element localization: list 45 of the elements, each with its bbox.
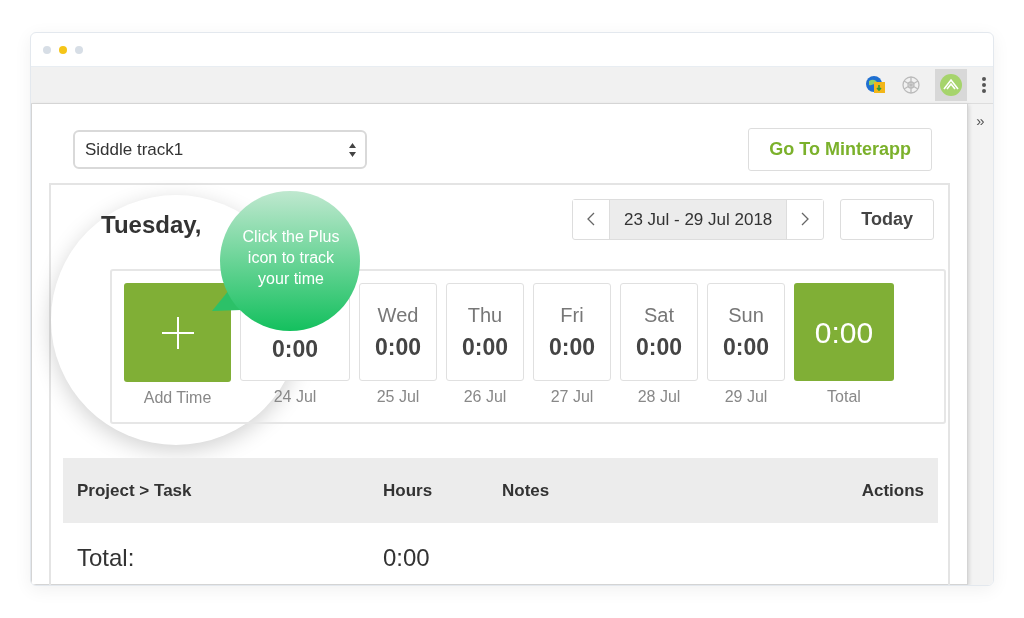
day-date: 26 Jul xyxy=(463,387,507,407)
column-header: Actions xyxy=(861,479,924,502)
tile-label: Add Time xyxy=(143,388,212,408)
column-header: Project > Task xyxy=(77,479,193,502)
day-tile[interactable]: Thu 0:00 xyxy=(446,283,524,381)
chevron-left-icon xyxy=(586,211,595,226)
day-date: 29 Jul xyxy=(724,387,768,407)
day-date: 24 Jul xyxy=(273,387,317,407)
day-hours: 0:00 xyxy=(271,334,318,364)
day-name: Sun xyxy=(728,302,764,328)
total-hours-tile: 0:00 xyxy=(794,283,894,381)
day-name: Sat xyxy=(644,302,674,328)
more-options-icon[interactable] xyxy=(981,76,987,94)
day-tile[interactable]: Sun 0:00 xyxy=(707,283,785,381)
day-hours: 0:00 xyxy=(635,332,682,362)
tile-label: Total xyxy=(827,387,861,407)
day-heading: Tuesday, xyxy=(101,210,202,240)
add-time-button[interactable] xyxy=(124,283,231,382)
snowflake-icon[interactable] xyxy=(901,75,921,95)
day-hours: 0:00 xyxy=(461,332,508,362)
table-cell-text: Total: xyxy=(77,543,136,573)
table-cell-text: 0:00 xyxy=(383,543,431,573)
day-date: 28 Jul xyxy=(637,387,681,407)
day-name: Wed xyxy=(377,302,419,328)
day-hours: 0:00 xyxy=(722,332,769,362)
chevron-right-icon xyxy=(801,211,810,226)
column-header: Notes xyxy=(502,479,551,502)
day-hours: 0:00 xyxy=(548,332,595,362)
day-name: Thu xyxy=(467,302,503,328)
plus-icon xyxy=(160,315,195,350)
globe-folder-icon[interactable] xyxy=(865,74,887,96)
day-date: 27 Jul xyxy=(550,387,594,407)
day-tile[interactable]: Sat 0:00 xyxy=(620,283,698,381)
day-hours: 0:00 xyxy=(374,332,421,362)
up-down-arrows-icon xyxy=(348,141,357,158)
app-extension-icon[interactable] xyxy=(935,69,967,101)
day-tile[interactable]: Fri 0:00 xyxy=(533,283,611,381)
day-date: 25 Jul xyxy=(376,387,420,407)
date-range: 23 Jul - 29 Jul 2018 xyxy=(608,200,788,239)
today-button[interactable]: Today xyxy=(840,199,934,240)
column-header: Hours xyxy=(383,479,434,502)
day-name: Fri xyxy=(560,302,584,328)
day-tile[interactable]: Wed 0:00 xyxy=(359,283,437,381)
overflow-chevron[interactable]: » xyxy=(976,110,985,133)
project-select[interactable]: Siddle track1 xyxy=(73,130,367,169)
